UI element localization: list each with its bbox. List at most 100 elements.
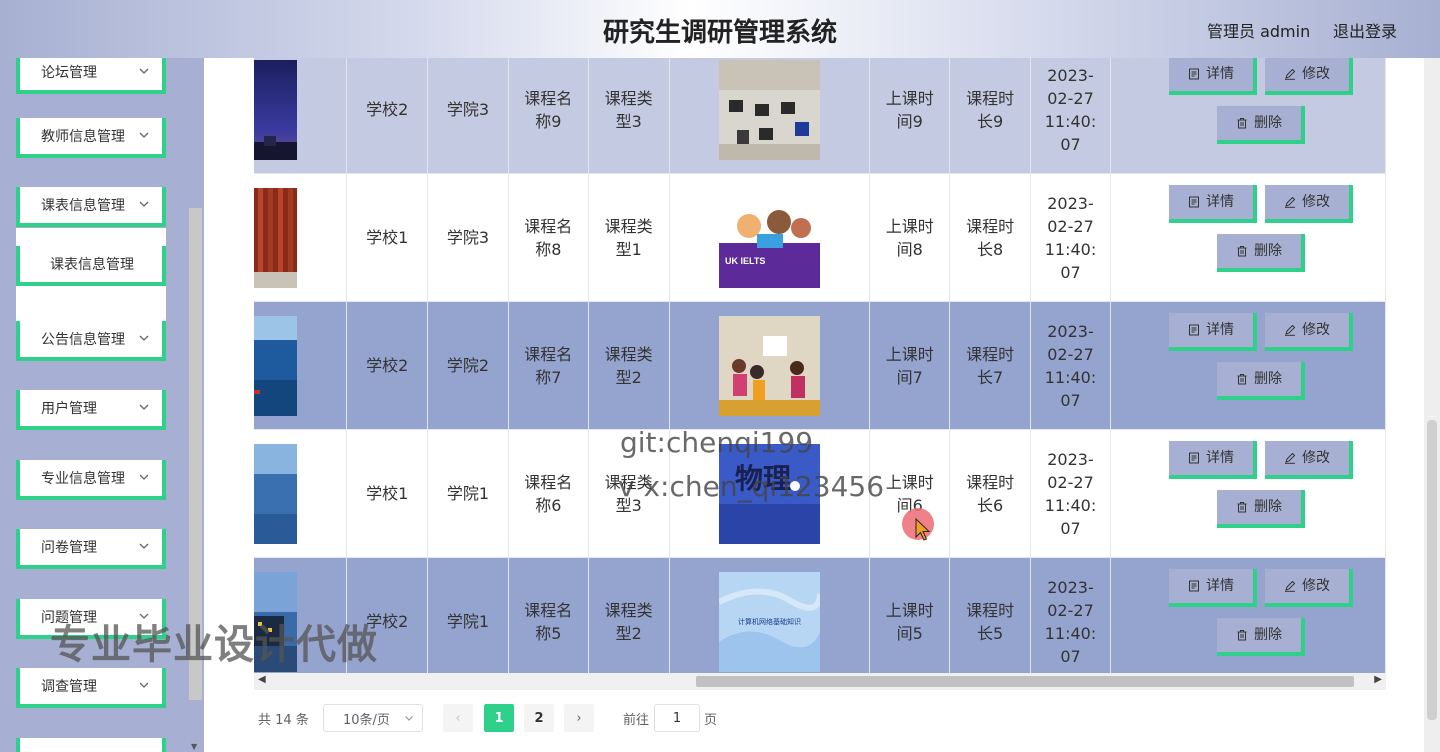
sidebar-subitem-schedule[interactable]: 课表信息管理 bbox=[16, 246, 166, 286]
delete-label: 删除 bbox=[1253, 498, 1282, 515]
cell-class-time: 上课时间7 bbox=[885, 344, 934, 387]
trash-icon bbox=[1237, 502, 1247, 513]
sidebar-item-notice[interactable]: 公告信息管理 bbox=[16, 321, 166, 361]
cell-college: 学院2 bbox=[427, 301, 509, 430]
scrollbar-thumb[interactable] bbox=[696, 676, 1354, 687]
delete-button[interactable]: 删除 bbox=[1216, 490, 1305, 528]
detail-label: 详情 bbox=[1205, 65, 1234, 82]
edit-label: 修改 bbox=[1301, 193, 1330, 210]
cell-created-date: 2023-02-27 11:40:07 bbox=[1044, 321, 1097, 410]
cell-course-name: 课程名称5 bbox=[524, 600, 573, 643]
course-image-presentation bbox=[718, 315, 820, 416]
detail-button[interactable]: 详情 bbox=[1168, 441, 1257, 479]
cell-duration: 课程时长9 bbox=[966, 88, 1015, 131]
chevron-down-icon bbox=[139, 201, 149, 207]
trash-icon bbox=[1237, 118, 1247, 129]
cell-created-date: 2023-02-27 11:40:07 bbox=[1044, 65, 1097, 154]
scroll-down-icon[interactable]: ▼ bbox=[191, 742, 197, 751]
ielts-text: UK IELTS bbox=[725, 256, 765, 266]
sidebar-item-questionnaire[interactable]: 问卷管理 bbox=[16, 529, 166, 569]
course-image-network: 计算机网络基础知识 bbox=[718, 571, 820, 672]
detail-label: 详情 bbox=[1205, 577, 1234, 594]
chevron-down-icon bbox=[139, 132, 149, 138]
page-scrollbar-thumb[interactable] bbox=[1427, 420, 1437, 720]
delete-label: 删除 bbox=[1253, 370, 1282, 387]
page-size-select[interactable]: 10条/页 bbox=[323, 704, 423, 732]
sidebar-item-more[interactable] bbox=[16, 738, 166, 752]
edit-button[interactable]: 修改 bbox=[1264, 441, 1353, 479]
detail-button[interactable]: 详情 bbox=[1168, 185, 1257, 223]
sidebar-item-teacher[interactable]: 教师信息管理 bbox=[16, 118, 166, 158]
document-icon bbox=[1188, 196, 1199, 208]
cell-created-date: 2023-02-27 11:40:07 bbox=[1044, 577, 1097, 666]
cell-college: 学院1 bbox=[427, 557, 509, 673]
goto-label: 前往 bbox=[623, 712, 650, 728]
sidebar-item-label: 课表信息管理 bbox=[41, 198, 125, 214]
edit-button[interactable]: 修改 bbox=[1264, 185, 1353, 223]
cell-created-date: 2023-02-27 11:40:07 bbox=[1044, 449, 1097, 538]
cell-school: 学校1 bbox=[346, 429, 429, 558]
row-image-thumbnail bbox=[254, 443, 297, 544]
cell-duration: 课程时长5 bbox=[966, 600, 1015, 643]
chevron-down-icon bbox=[139, 682, 149, 688]
row-image-thumbnail bbox=[254, 187, 297, 288]
row-actions: 详情 修改 删除 bbox=[1111, 58, 1385, 173]
sidebar-item-forum[interactable]: 论坛管理 bbox=[16, 58, 166, 94]
delete-label: 删除 bbox=[1253, 242, 1282, 259]
course-image-ielts: UK IELTS bbox=[718, 187, 820, 288]
next-page-button[interactable]: › bbox=[564, 704, 594, 732]
edit-button[interactable]: 修改 bbox=[1264, 58, 1353, 95]
detail-button[interactable]: 详情 bbox=[1168, 58, 1257, 95]
prev-page-button[interactable]: ‹ bbox=[443, 704, 473, 732]
delete-button[interactable]: 删除 bbox=[1216, 362, 1305, 400]
sidebar-item-major[interactable]: 专业信息管理 bbox=[16, 460, 166, 500]
row-actions: 详情 修改 删除 bbox=[1111, 302, 1385, 429]
sidebar-item-schedule[interactable]: 课表信息管理 bbox=[16, 187, 166, 227]
cell-college: 学院3 bbox=[427, 173, 509, 302]
detail-label: 详情 bbox=[1205, 321, 1234, 338]
detail-button[interactable]: 详情 bbox=[1168, 313, 1257, 351]
delete-label: 删除 bbox=[1253, 626, 1282, 643]
cell-course-type: 课程类型2 bbox=[604, 344, 653, 387]
detail-label: 详情 bbox=[1205, 449, 1234, 466]
page-2-button[interactable]: 2 bbox=[524, 704, 554, 732]
current-user: 管理员 admin bbox=[1207, 22, 1311, 41]
edit-button[interactable]: 修改 bbox=[1264, 569, 1353, 607]
scroll-left-icon[interactable]: ◀ bbox=[258, 674, 266, 685]
logout-link[interactable]: 退出登录 bbox=[1333, 18, 1397, 42]
cell-course-name: 课程名称8 bbox=[524, 216, 573, 259]
document-icon bbox=[1188, 452, 1199, 464]
row-actions: 详情 修改 删除 bbox=[1111, 174, 1385, 301]
cell-school: 学校2 bbox=[346, 301, 429, 430]
chevron-down-icon bbox=[139, 404, 149, 410]
edit-label: 修改 bbox=[1301, 577, 1330, 594]
sidebar-item-label: 问卷管理 bbox=[41, 540, 97, 556]
table-row: 学校2 学院2 课程名称7 课程类型2 上课时间7 课程时长7 2023-02-… bbox=[254, 301, 1386, 430]
mouse-cursor-icon bbox=[915, 518, 931, 541]
cell-course-name: 课程名称7 bbox=[524, 344, 573, 387]
delete-button[interactable]: 删除 bbox=[1216, 106, 1305, 144]
sidebar-item-users[interactable]: 用户管理 bbox=[16, 390, 166, 430]
sidebar-item-label: 调查管理 bbox=[41, 679, 97, 695]
detail-button[interactable]: 详情 bbox=[1168, 569, 1257, 607]
edit-label: 修改 bbox=[1301, 65, 1330, 82]
scroll-right-icon[interactable]: ▶ bbox=[1374, 674, 1382, 685]
sidebar-item-label: 专业信息管理 bbox=[41, 471, 125, 487]
table-horizontal-scrollbar[interactable]: ◀ ▶ bbox=[254, 673, 1386, 690]
goto-page-input[interactable]: 1 bbox=[654, 704, 700, 732]
edit-label: 修改 bbox=[1301, 321, 1330, 338]
document-icon bbox=[1188, 580, 1199, 592]
cell-college: 学院3 bbox=[427, 58, 509, 174]
cell-created-date: 2023-02-27 11:40:07 bbox=[1044, 193, 1097, 282]
edit-button[interactable]: 修改 bbox=[1264, 313, 1353, 351]
network-text: 计算机网络基础知识 bbox=[738, 617, 801, 626]
edit-icon bbox=[1284, 68, 1296, 80]
delete-button[interactable]: 删除 bbox=[1216, 618, 1305, 656]
sidebar-item-survey[interactable]: 调查管理 bbox=[16, 668, 166, 708]
sidebar-item-label: 课表信息管理 bbox=[50, 257, 134, 273]
document-icon bbox=[1188, 68, 1199, 80]
course-image-classroom bbox=[718, 59, 820, 160]
page-1-button[interactable]: 1 bbox=[484, 704, 514, 732]
edit-icon bbox=[1284, 580, 1296, 592]
delete-button[interactable]: 删除 bbox=[1216, 234, 1305, 272]
